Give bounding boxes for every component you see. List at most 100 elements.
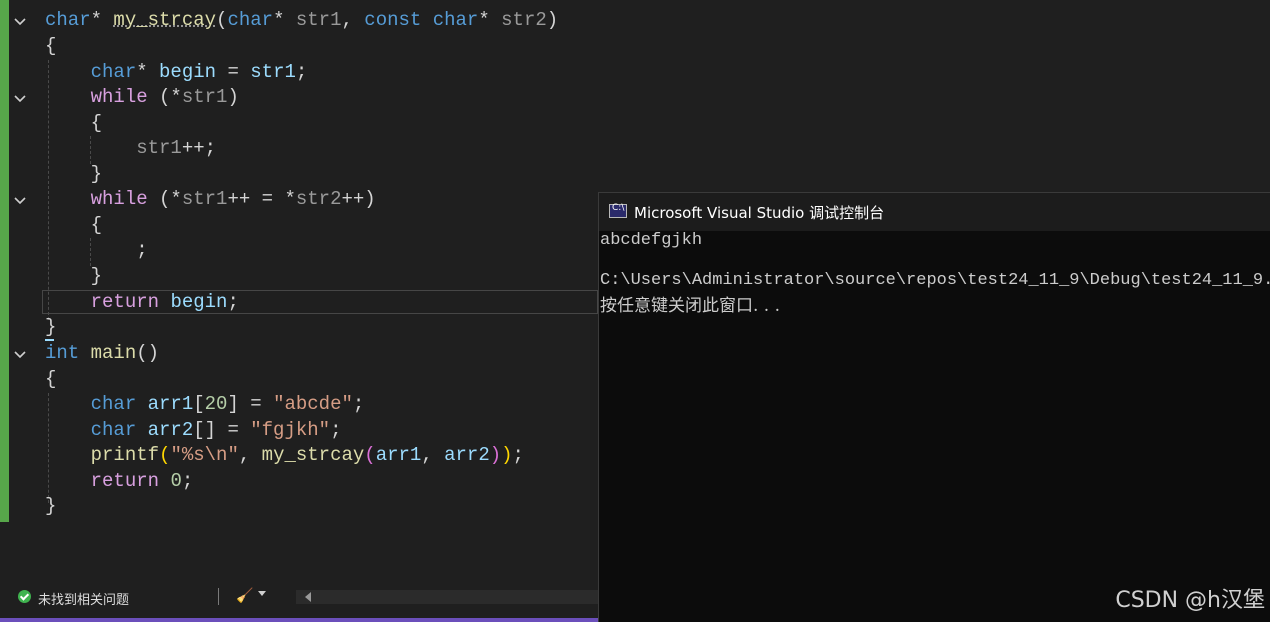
code-token: "%s\n": [170, 444, 239, 466]
code-line[interactable]: char arr1[20] = "abcde";: [45, 392, 365, 417]
code-line[interactable]: printf("%s\n", my_strcay(arr1, arr2));: [45, 443, 524, 468]
code-token: (*: [147, 188, 182, 210]
code-token: char: [432, 9, 479, 31]
code-token: [] =: [193, 419, 251, 441]
code-token: char: [45, 9, 91, 31]
console-app-icon: C:\: [609, 203, 627, 218]
code-token: ] =: [227, 393, 274, 415]
collapse-icon[interactable]: [12, 347, 28, 363]
code-token: arr2: [147, 419, 194, 441]
code-token: }: [45, 163, 103, 185]
code-token: int: [45, 342, 80, 364]
code-line[interactable]: ;: [45, 238, 148, 263]
code-line[interactable]: while (*str1++ = *str2++): [45, 187, 376, 212]
code-token: (: [364, 444, 376, 466]
code-token: *: [273, 9, 296, 31]
code-token: printf: [90, 444, 160, 466]
code-token: while: [90, 188, 148, 210]
code-token: str1: [136, 137, 182, 159]
code-line[interactable]: }: [45, 264, 102, 289]
code-line[interactable]: {: [45, 213, 102, 238]
code-token: (: [159, 444, 171, 466]
code-token: begin: [159, 61, 217, 83]
code-token: char: [90, 393, 137, 415]
code-token: while: [90, 86, 148, 108]
code-line[interactable]: return begin;: [45, 290, 239, 315]
code-token: ;: [330, 419, 342, 441]
code-line[interactable]: int main(): [45, 341, 159, 366]
console-prompt: 按任意键关闭此窗口. . .: [600, 296, 781, 316]
code-token: ;: [512, 444, 524, 466]
issues-status[interactable]: 未找到相关问题: [38, 589, 129, 608]
code-token: my_strcay: [261, 444, 365, 466]
scroll-left-arrow-icon[interactable]: [305, 592, 311, 602]
code-line[interactable]: while (*str1): [45, 85, 239, 110]
code-token: ;: [295, 61, 308, 83]
console-exit-path: C:\Users\Administrator\source\repos\test…: [600, 271, 1270, 290]
code-token: "fgjkh": [250, 419, 331, 441]
code-line[interactable]: {: [45, 34, 56, 59]
code-line[interactable]: char arr2[] = "fgjkh";: [45, 418, 342, 443]
brush-icon[interactable]: 🧹: [236, 588, 253, 604]
collapse-icon[interactable]: [12, 193, 28, 209]
code-line[interactable]: {: [45, 111, 102, 136]
text-caret: [45, 339, 54, 341]
code-token: ,: [421, 444, 445, 466]
code-token: {: [45, 368, 57, 390]
code-token: 0: [170, 470, 182, 492]
code-token: my_strcay: [113, 9, 217, 31]
code-token: ): [489, 444, 502, 466]
code-line[interactable]: char* my_strcay(char* str1, const char* …: [45, 8, 558, 33]
code-line[interactable]: }: [45, 494, 56, 519]
code-token: (): [136, 342, 160, 364]
code-token: {: [45, 112, 103, 134]
code-token: const: [364, 9, 433, 31]
code-line[interactable]: }: [45, 315, 56, 340]
collapse-icon[interactable]: [12, 14, 28, 30]
horizontal-scrollbar[interactable]: [296, 590, 598, 604]
code-token: char: [90, 419, 137, 441]
code-line[interactable]: return 0;: [45, 469, 194, 494]
code-token: arr2: [444, 444, 490, 466]
console-title: Microsoft Visual Studio 调试控制台: [634, 204, 885, 222]
code-token: ++ = *: [227, 188, 296, 210]
code-token: ,: [238, 444, 262, 466]
code-token: {: [45, 35, 57, 57]
code-line[interactable]: str1++;: [45, 136, 216, 161]
code-token: =: [216, 61, 251, 83]
debug-console-window[interactable]: C:\ Microsoft Visual Studio 调试控制台 abcdef…: [598, 192, 1270, 622]
code-token: str1: [295, 9, 342, 31]
watermark: CSDN @h汉堡: [1115, 588, 1265, 613]
code-token: return: [90, 291, 160, 313]
code-token: return: [90, 470, 160, 492]
code-token: arr1: [147, 393, 194, 415]
ide-bottom-strip: [0, 618, 598, 622]
code-token: [: [193, 393, 205, 415]
code-line[interactable]: {: [45, 367, 56, 392]
code-token: {: [45, 214, 103, 236]
collapse-icon[interactable]: [12, 91, 28, 107]
code-token: ): [501, 444, 513, 466]
code-token: str1: [181, 188, 228, 210]
chevron-down-icon[interactable]: [258, 591, 266, 596]
code-token: ;: [45, 239, 148, 261]
code-token: *: [136, 61, 160, 83]
code-token: *: [478, 9, 502, 31]
console-titlebar[interactable]: C:\ Microsoft Visual Studio 调试控制台: [599, 193, 1270, 231]
code-line[interactable]: }: [45, 162, 102, 187]
editor-status-bar: 未找到相关问题 🧹: [0, 586, 598, 608]
code-line[interactable]: char* begin = str1;: [45, 60, 308, 85]
code-token: str1: [250, 61, 296, 83]
